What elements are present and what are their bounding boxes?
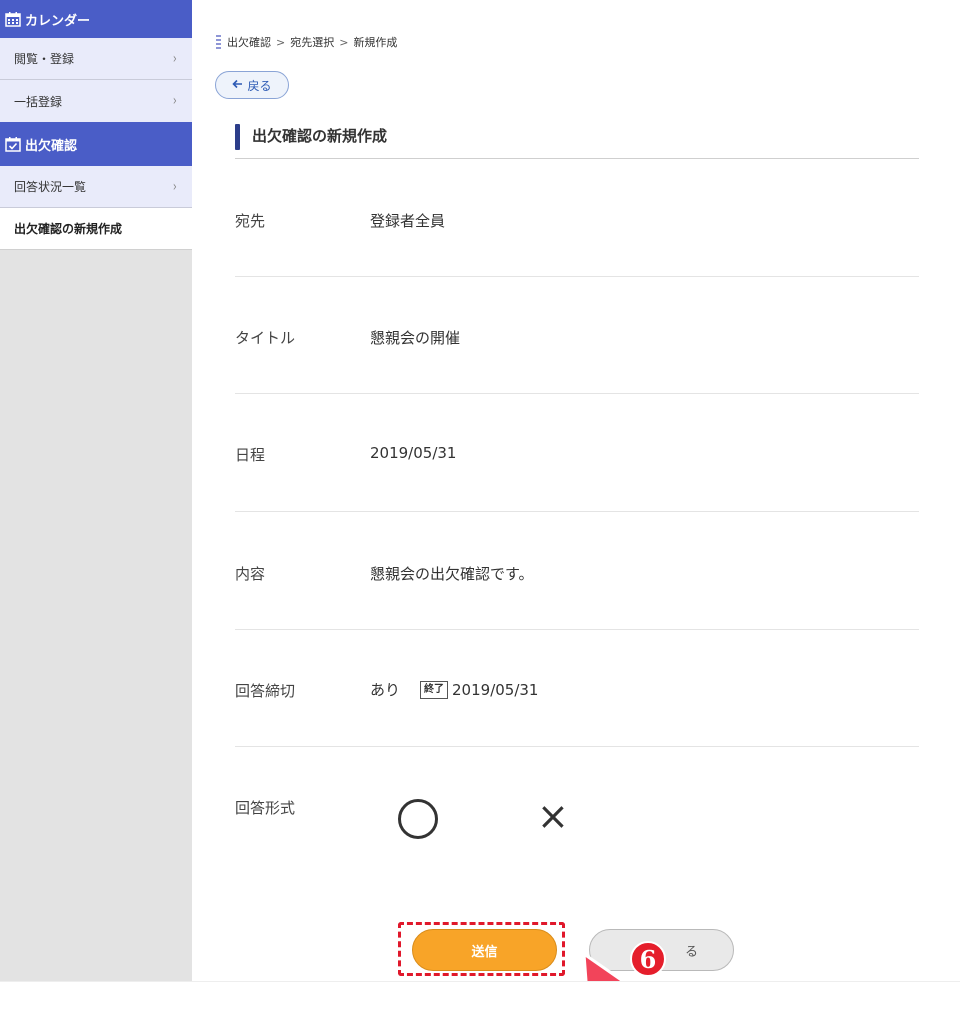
sidebar-item-response-status[interactable]: 回答状況一覧 › — [0, 166, 192, 208]
heading-accent-bar — [235, 124, 240, 150]
form-label: 回答締切 — [235, 682, 296, 700]
breadcrumb-item[interactable]: 出欠確認 — [227, 34, 271, 50]
form-value: 2019/05/31 — [370, 444, 457, 462]
breadcrumb-separator: > — [276, 35, 286, 49]
page-title: 出欠確認の新規作成 — [252, 127, 388, 145]
send-button[interactable]: 送信 — [412, 929, 557, 971]
deadline-flag: あり — [370, 681, 401, 699]
form-value: 懇親会の出欠確認です。 — [370, 565, 534, 583]
breadcrumb-item-current: 新規作成 — [353, 36, 398, 49]
close-button-label: る — [684, 944, 698, 960]
deadline-end-tag: 終了 — [420, 680, 449, 699]
breadcrumb-item[interactable]: 宛先選択 — [290, 34, 334, 50]
form-label: タイトル — [235, 329, 296, 347]
sidebar-item-label: 一括登録 — [14, 94, 63, 109]
back-button-label: 戻る — [247, 78, 272, 93]
breadcrumb: 出欠確認 > 宛先選択 > 新規作成 — [216, 34, 397, 50]
answer-option-cross-icon: × — [537, 794, 569, 838]
form-row-title: タイトル 懇親会の開催 — [235, 277, 919, 394]
form-row-answer-format: 回答形式 — [235, 747, 919, 897]
sidebar-item-label: 閲覧・登録 — [14, 52, 75, 66]
form-label: 日程 — [235, 446, 266, 464]
sidebar: カレンダー 閲覧・登録 › 一括登録 › 出欠確認 回答状況一覧 › 出欠確認の… — [0, 0, 192, 981]
form-row-schedule: 日程 2019/05/31 — [235, 394, 919, 512]
sidebar-item-label: 回答状況一覧 — [14, 180, 87, 194]
form-label: 回答形式 — [235, 799, 296, 817]
arrow-left-icon — [232, 78, 243, 92]
send-button-label: 送信 — [471, 944, 498, 960]
sidebar-header-label: カレンダー — [25, 13, 91, 29]
sidebar-item-browse-register[interactable]: 閲覧・登録 › — [0, 38, 192, 80]
form-row-deadline: 回答締切 あり 終了 2019/05/31 — [235, 630, 919, 747]
sidebar-item-label: 出欠確認の新規作成 — [14, 222, 123, 236]
calendar-check-icon — [4, 135, 22, 153]
breadcrumb-separator: > — [339, 35, 349, 49]
form-label: 宛先 — [235, 212, 266, 230]
sidebar-header-attendance: 出欠確認 — [0, 122, 192, 166]
form-value: 懇親会の開催 — [370, 329, 461, 347]
page-heading: 出欠確認の新規作成 — [235, 121, 919, 159]
form-label: 内容 — [235, 565, 266, 583]
footer — [0, 981, 960, 1036]
sidebar-item-bulk-register[interactable]: 一括登録 › — [0, 80, 192, 122]
sidebar-header-label: 出欠確認 — [25, 138, 78, 154]
main-content: 出欠確認 > 宛先選択 > 新規作成 戻る 出欠確認の新規作成 宛先 登録者全員… — [192, 0, 960, 1026]
calendar-icon — [4, 10, 22, 28]
grip-icon — [216, 35, 221, 49]
form-value: あり 終了 2019/05/31 — [370, 679, 538, 700]
form-value: 登録者全員 — [370, 212, 446, 230]
sidebar-item-new-attendance[interactable]: 出欠確認の新規作成 — [0, 208, 192, 250]
deadline-date: 2019/05/31 — [452, 680, 539, 699]
chevron-right-icon: › — [173, 50, 178, 67]
back-button[interactable]: 戻る — [215, 71, 289, 99]
form-row-content: 内容 懇親会の出欠確認です。 — [235, 512, 919, 630]
chevron-right-icon: › — [173, 93, 178, 109]
answer-option-circle-icon — [398, 799, 438, 839]
chevron-right-icon: › — [173, 178, 178, 195]
sidebar-header-calendar: カレンダー — [0, 0, 192, 38]
form-row-recipient: 宛先 登録者全員 — [235, 160, 919, 277]
